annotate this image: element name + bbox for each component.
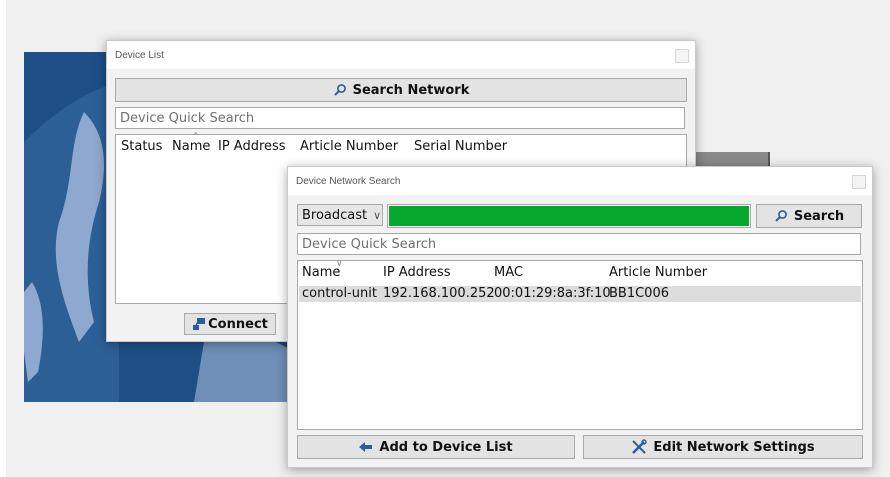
add-to-device-list-label: Add to Device List	[379, 439, 513, 455]
column-header-article-number[interactable]: Article Number	[609, 265, 707, 280]
mode-select-value: Broadcast	[302, 207, 368, 223]
network-search-title: Device Network Search	[296, 176, 401, 187]
column-header-ip-address[interactable]: IP Address	[383, 265, 451, 280]
column-header-status[interactable]: Status	[121, 139, 162, 154]
version-label: Version	[236, 385, 284, 400]
quick-search-placeholder: Device Quick Search	[302, 236, 437, 252]
cell-name: control-unit	[302, 286, 377, 301]
column-header-name[interactable]: Name	[302, 265, 340, 280]
edit-network-settings-button[interactable]: Edit Network Settings	[583, 435, 863, 459]
device-list-title: Device List	[115, 50, 164, 61]
search-icon	[774, 209, 788, 223]
mode-select[interactable]: Broadcast ∨	[297, 204, 383, 226]
close-button[interactable]	[675, 49, 689, 63]
network-search-titlebar: Device Network Search	[288, 167, 872, 195]
column-header-mac[interactable]: MAC	[494, 265, 523, 280]
add-to-device-list-button[interactable]: Add to Device List	[297, 435, 575, 459]
arrow-left-icon	[359, 441, 373, 453]
found-devices-table[interactable]: ∨ Name IP Address MAC Article Number con…	[297, 259, 863, 430]
close-button[interactable]	[852, 175, 866, 189]
connect-button[interactable]: Connect	[184, 313, 276, 335]
device-quick-search-input[interactable]: Device Quick Search	[115, 107, 685, 129]
column-header-serial-number[interactable]: Serial Number	[414, 139, 507, 154]
search-label: Search	[793, 208, 845, 224]
background-window-edge	[690, 152, 770, 166]
search-progress-fill	[389, 206, 749, 226]
search-network-label: Search Network	[352, 82, 470, 98]
device-quick-search-input[interactable]: Device Quick Search	[297, 233, 861, 255]
tools-icon	[631, 439, 648, 455]
cell-mac: 00:01:29:8a:3f:10	[494, 286, 611, 301]
column-header-ip-address[interactable]: IP Address	[218, 139, 286, 154]
connect-label: Connect	[208, 316, 268, 332]
search-network-button[interactable]: Search Network	[115, 78, 687, 102]
device-network-search-window: Device Network Search Broadcast ∨ Search…	[287, 166, 873, 468]
edit-network-settings-label: Edit Network Settings	[653, 439, 815, 455]
column-header-article-number[interactable]: Article Number	[300, 139, 398, 154]
chevron-down-icon: ∨	[373, 208, 382, 222]
column-header-name[interactable]: Name	[172, 139, 210, 154]
cell-ip-address: 192.168.100.252	[383, 286, 495, 301]
connect-icon	[192, 317, 206, 331]
cell-article-number: BB1C006	[609, 286, 669, 301]
table-row[interactable]: control-unit 192.168.100.252 00:01:29:8a…	[299, 286, 861, 302]
device-list-titlebar: Device List	[107, 41, 695, 69]
quick-search-placeholder: Device Quick Search	[120, 110, 255, 126]
search-progress-bar	[387, 204, 751, 228]
search-icon	[333, 83, 347, 97]
search-button[interactable]: Search	[756, 204, 862, 228]
